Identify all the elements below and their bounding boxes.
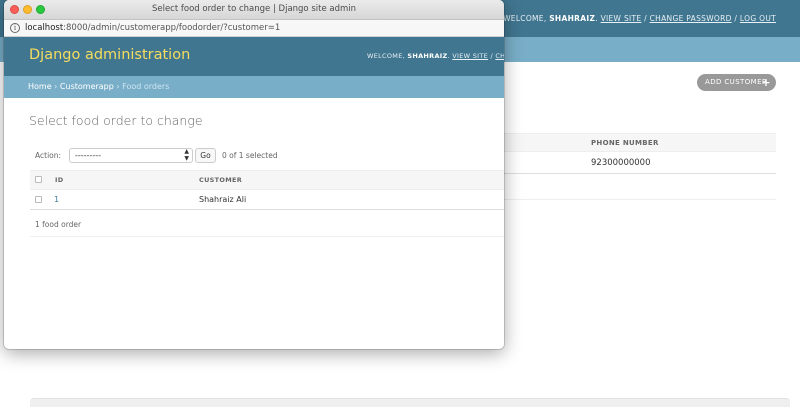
page-title: Select food order to change <box>29 113 203 128</box>
plus-icon: + <box>761 76 771 89</box>
breadcrumb-home-link[interactable]: Home <box>28 82 52 91</box>
phone-number-cell: 92300000000 <box>591 158 651 168</box>
url-host: localhost <box>25 23 64 33</box>
row-checkbox[interactable] <box>35 196 42 203</box>
action-select-value: --------- <box>75 151 101 160</box>
go-button[interactable]: Go <box>195 148 216 163</box>
log-out-link[interactable]: LOG OUT <box>740 14 776 23</box>
popup-window: Select food order to change | Django sit… <box>4 0 504 349</box>
welcome-text: WELCOME, <box>367 52 405 60</box>
select-arrows-icon: ▲ ▼ <box>184 148 189 162</box>
info-icon[interactable]: i <box>10 23 20 33</box>
breadcrumb-separator: › <box>54 82 58 91</box>
divider <box>504 199 776 200</box>
table-row <box>30 190 504 210</box>
background-user-tools: WELCOME, SHAHRAIZ. VIEW SITE / CHANGE PA… <box>503 14 776 23</box>
customer-column-header[interactable]: CUSTOMER <box>199 176 242 184</box>
breadcrumb-app-link[interactable]: Customerapp <box>60 82 114 91</box>
results-table-header <box>30 170 504 190</box>
background-bottom-bar <box>30 398 790 407</box>
site-branding[interactable]: Django administration <box>29 47 190 63</box>
url-text[interactable]: localhost:8000/admin/customerapp/foodord… <box>25 23 280 33</box>
window-title: Select food order to change | Django sit… <box>151 4 357 14</box>
breadcrumb-separator: › <box>116 82 120 91</box>
view-site-link[interactable]: VIEW SITE <box>452 52 488 60</box>
change-password-link[interactable]: CHANGE PASSWORD <box>650 14 732 23</box>
select-all-checkbox[interactable] <box>35 176 42 183</box>
id-column-header[interactable]: ID <box>55 176 63 184</box>
paginator <box>30 210 504 237</box>
add-customer-button[interactable]: ADD CUSTOMER + <box>697 74 776 91</box>
url-path: :8000/admin/customerapp/foodorder/?custo… <box>63 23 281 33</box>
username: SHAHRAIZ <box>407 52 448 60</box>
address-bar[interactable]: i localhost:8000/admin/customerapp/foodo… <box>4 20 504 37</box>
action-label: Action: <box>35 151 62 160</box>
row-customer-cell: Shahraiz Ali <box>199 195 247 204</box>
action-select[interactable]: --------- ▲ ▼ <box>69 148 193 163</box>
row-id-link[interactable]: 1 <box>54 195 59 204</box>
change-password-link[interactable]: CHAN <box>495 52 504 60</box>
breadcrumb: Home › Customerapp › Food orders <box>28 82 169 91</box>
add-customer-label: ADD CUSTOMER <box>705 78 768 86</box>
paginator-text: 1 food order <box>35 220 82 229</box>
phone-number-column-header[interactable]: PHONE NUMBER <box>591 139 659 147</box>
welcome-text: WELCOME, <box>503 14 547 23</box>
username: SHAHRAIZ <box>549 14 596 23</box>
selected-counter: 0 of 1 selected <box>222 151 278 160</box>
user-tools: WELCOME, SHAHRAIZ. VIEW SITE / CHAN <box>367 52 504 60</box>
view-site-link[interactable]: VIEW SITE <box>601 14 642 23</box>
breadcrumb-current: Food orders <box>122 82 170 91</box>
window-titlebar[interactable]: Select food order to change | Django sit… <box>4 0 504 20</box>
